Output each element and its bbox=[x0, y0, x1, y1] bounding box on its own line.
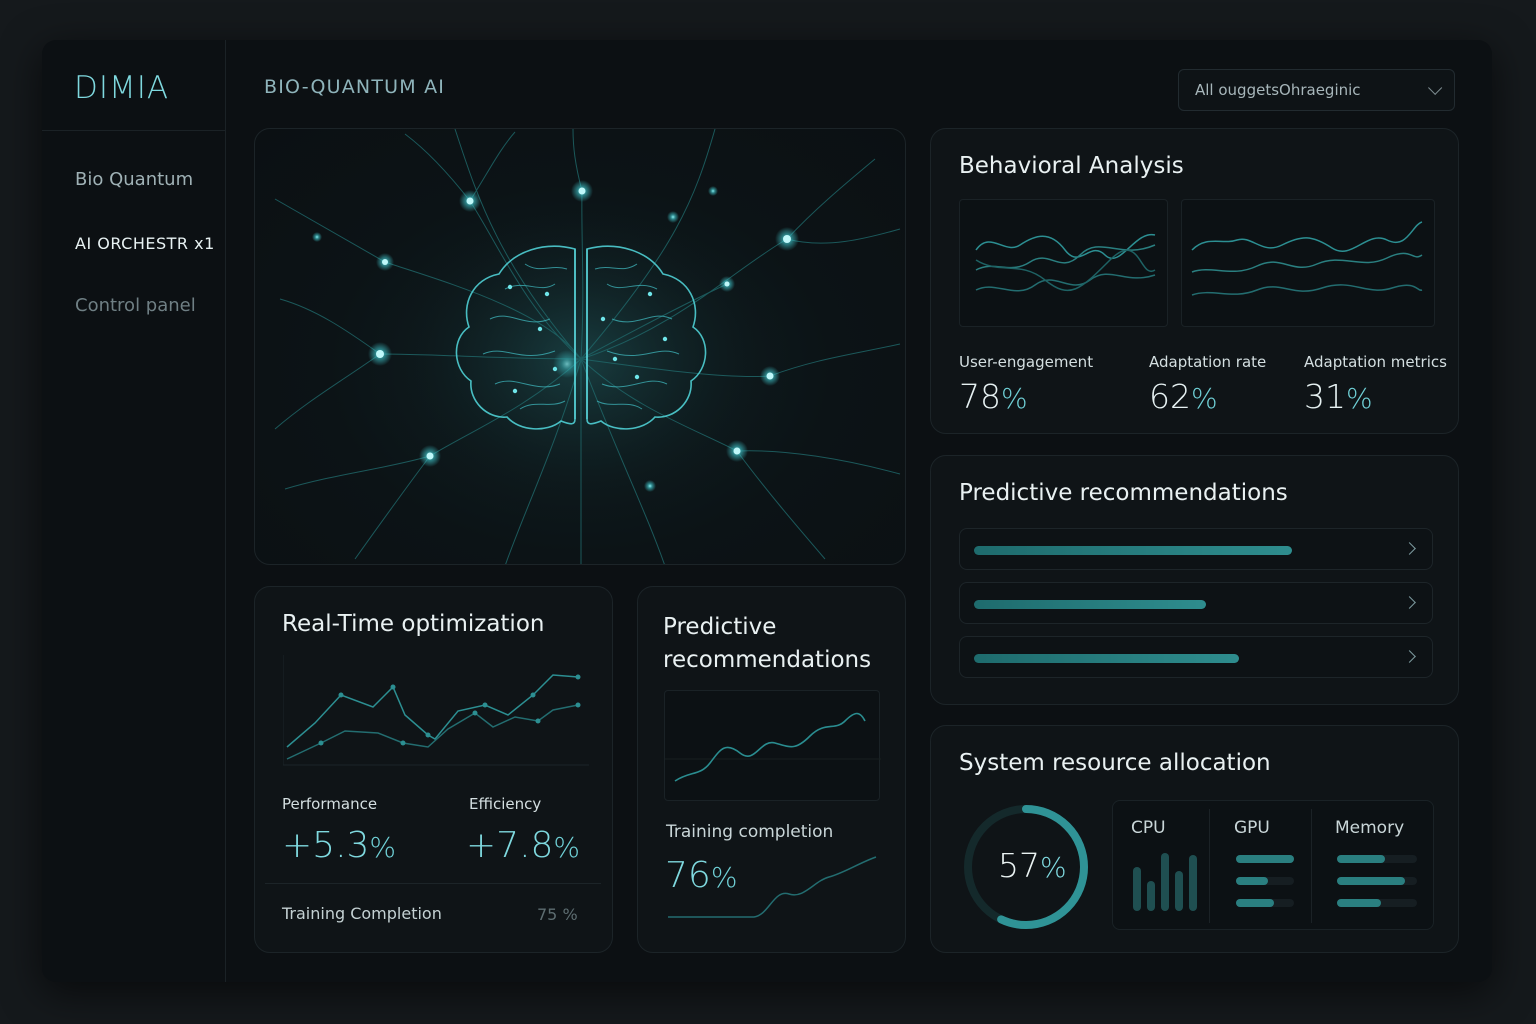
behavior-line-chart bbox=[975, 234, 1156, 292]
brain-visualization bbox=[254, 128, 906, 565]
filter-select-value: All ouggetsOhraeginic bbox=[1195, 81, 1361, 99]
resource-breakdown: CPU GPU Memory bbox=[1112, 800, 1434, 930]
predictive-chart bbox=[664, 690, 881, 801]
cpu-label: CPU bbox=[1131, 818, 1166, 838]
cpu-bar bbox=[1133, 867, 1141, 911]
gpu-label: GPU bbox=[1234, 818, 1270, 838]
training-sparkline bbox=[668, 856, 877, 918]
chevron-right-icon bbox=[1403, 650, 1416, 663]
gpu-bar bbox=[1236, 855, 1294, 863]
metric-value: 78% bbox=[959, 377, 1028, 416]
predictive-recommendations-card: Predictive recommendations bbox=[930, 455, 1459, 705]
cpu-bar bbox=[1147, 881, 1155, 911]
performance-value: +5.3% bbox=[282, 825, 397, 866]
performance-label: Performance bbox=[282, 795, 378, 813]
memory-column: Memory bbox=[1335, 801, 1425, 929]
efficiency-value: +7.8% bbox=[466, 825, 581, 866]
divider bbox=[1209, 809, 1210, 923]
chevron-right-icon bbox=[1403, 596, 1416, 609]
memory-bar bbox=[1337, 899, 1417, 907]
predictive-recommendations-title: Predictive recommendations bbox=[959, 480, 1288, 506]
chevron-down-icon bbox=[1428, 80, 1443, 95]
recommendation-item[interactable] bbox=[959, 582, 1433, 624]
realtime-optimization-card: Real-Time optimization Performance +5.3%… bbox=[254, 586, 613, 953]
memory-bar bbox=[1337, 877, 1417, 885]
app-window: DIMIA Bio Quantum AI ORCHESTR x1 Control… bbox=[42, 40, 1492, 982]
behavior-line-chart-2 bbox=[1191, 221, 1423, 296]
sidebar-item-control-panel[interactable]: Control panel bbox=[75, 295, 196, 316]
recommendation-progress-bar bbox=[974, 546, 1292, 555]
cpu-bar bbox=[1161, 853, 1169, 911]
metric-value: 31% bbox=[1304, 377, 1373, 416]
efficiency-label: Efficiency bbox=[469, 795, 542, 813]
system-resource-card: System resource allocation 57% CPU GPU M… bbox=[930, 725, 1459, 953]
behavior-chart-left bbox=[959, 199, 1168, 327]
system-resource-title: System resource allocation bbox=[959, 750, 1271, 776]
sidebar-item-ai-orchestr[interactable]: AI ORCHESTR x1 bbox=[75, 234, 215, 253]
recommendation-progress-bar bbox=[974, 600, 1207, 609]
chevron-right-icon bbox=[1403, 542, 1416, 555]
gpu-bar bbox=[1236, 899, 1294, 907]
page-title: BIO-QUANTUM AI bbox=[264, 76, 446, 98]
predictive-line-chart bbox=[665, 712, 881, 782]
cpu-column: CPU bbox=[1131, 801, 1211, 929]
cpu-bar bbox=[1175, 871, 1183, 911]
metric-value: 62% bbox=[1149, 377, 1218, 416]
filter-select[interactable]: All ouggetsOhraeginic bbox=[1178, 69, 1455, 111]
recommendation-progress-bar bbox=[974, 654, 1240, 663]
divider bbox=[1311, 809, 1312, 923]
memory-label: Memory bbox=[1335, 818, 1405, 838]
divider bbox=[265, 883, 601, 884]
recommendation-item[interactable] bbox=[959, 528, 1433, 570]
behavioral-analysis-card: Behavioral Analysis User-engagement 78% … bbox=[930, 128, 1459, 434]
metric-label: Adaptation rate bbox=[1149, 353, 1267, 371]
recommendation-item[interactable] bbox=[959, 636, 1433, 678]
metric-label: User-engagement bbox=[959, 353, 1094, 371]
brain-network-graphic bbox=[274, 129, 901, 564]
realtime-optimization-title: Real-Time optimization bbox=[282, 611, 545, 637]
behavioral-analysis-title: Behavioral Analysis bbox=[959, 153, 1184, 179]
sidebar: DIMIA Bio Quantum AI ORCHESTR x1 Control… bbox=[42, 40, 226, 982]
metric-label: Adaptation metrics bbox=[1304, 353, 1447, 371]
training-completion-value: 75 % bbox=[537, 905, 578, 924]
gauge-value: 57% bbox=[998, 846, 1067, 885]
brand-logo: DIMIA bbox=[74, 70, 170, 106]
training-completion-label: Training completion bbox=[666, 822, 834, 842]
memory-bar bbox=[1337, 855, 1417, 863]
predictive-summary-title: Predictive recommendations bbox=[663, 614, 872, 673]
divider bbox=[42, 130, 226, 131]
cpu-bar bbox=[1189, 855, 1197, 911]
behavior-chart-right bbox=[1181, 199, 1435, 327]
predictive-summary-card: Predictive recommendations Training compl… bbox=[637, 586, 906, 953]
gpu-column: GPU bbox=[1234, 801, 1314, 929]
sidebar-item-bio-quantum[interactable]: Bio Quantum bbox=[75, 169, 193, 190]
optimization-line-chart bbox=[283, 655, 589, 766]
training-completion-label: Training Completion bbox=[282, 904, 442, 923]
gpu-bar bbox=[1236, 877, 1294, 885]
